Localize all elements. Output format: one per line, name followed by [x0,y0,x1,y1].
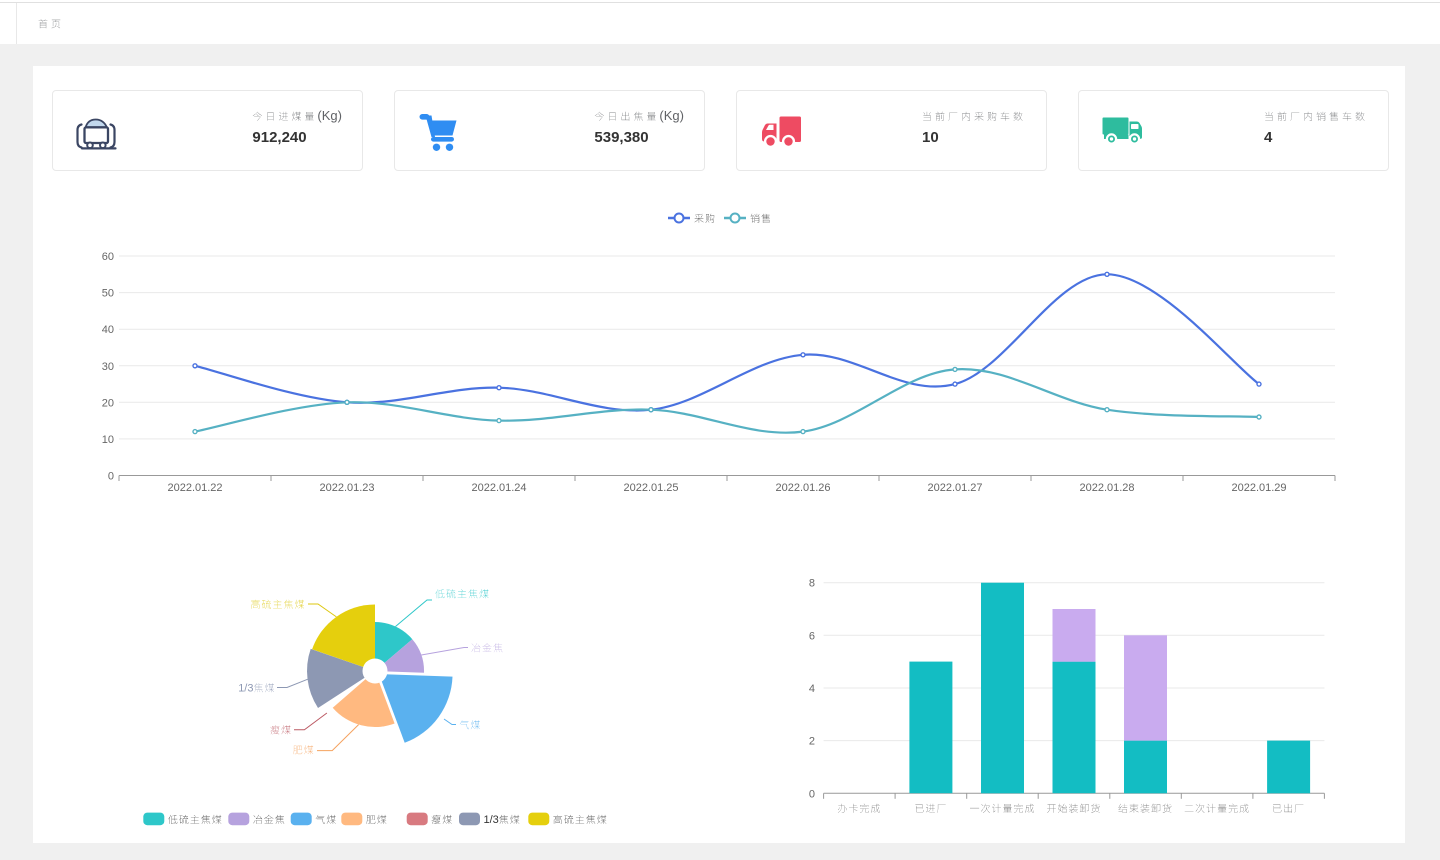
svg-text:20: 20 [102,397,114,409]
svg-text:2022.01.29: 2022.01.29 [1231,482,1286,494]
svg-text:2022.01.23: 2022.01.23 [319,482,374,494]
svg-text:1/3: 1/3 [484,814,499,826]
svg-text:2022.01.28: 2022.01.28 [1079,482,1134,494]
svg-text:(Kg): (Kg) [317,108,342,123]
svg-text:1/3: 1/3 [238,683,253,695]
svg-text:50: 50 [102,288,114,300]
svg-text:6: 6 [809,630,815,642]
svg-text:2022.01.22: 2022.01.22 [167,482,222,494]
svg-text:539,380: 539,380 [594,129,648,146]
svg-text:2022.01.24: 2022.01.24 [471,482,526,494]
svg-text:40: 40 [102,324,114,336]
svg-text:2022.01.26: 2022.01.26 [775,482,830,494]
svg-text:10: 10 [922,129,939,146]
svg-text:0: 0 [809,788,815,800]
svg-text:(Kg): (Kg) [659,108,684,123]
svg-text:2022.01.27: 2022.01.27 [927,482,982,494]
svg-text:2022.01.25: 2022.01.25 [623,482,678,494]
svg-text:0: 0 [108,471,114,483]
svg-text:60: 60 [102,251,114,263]
svg-text:912,240: 912,240 [252,129,306,146]
svg-text:10: 10 [102,434,114,446]
svg-text:8: 8 [809,578,815,590]
svg-text:4: 4 [1264,129,1273,146]
svg-text:4: 4 [809,683,815,695]
svg-text:2: 2 [809,736,815,748]
svg-text:30: 30 [102,361,114,373]
